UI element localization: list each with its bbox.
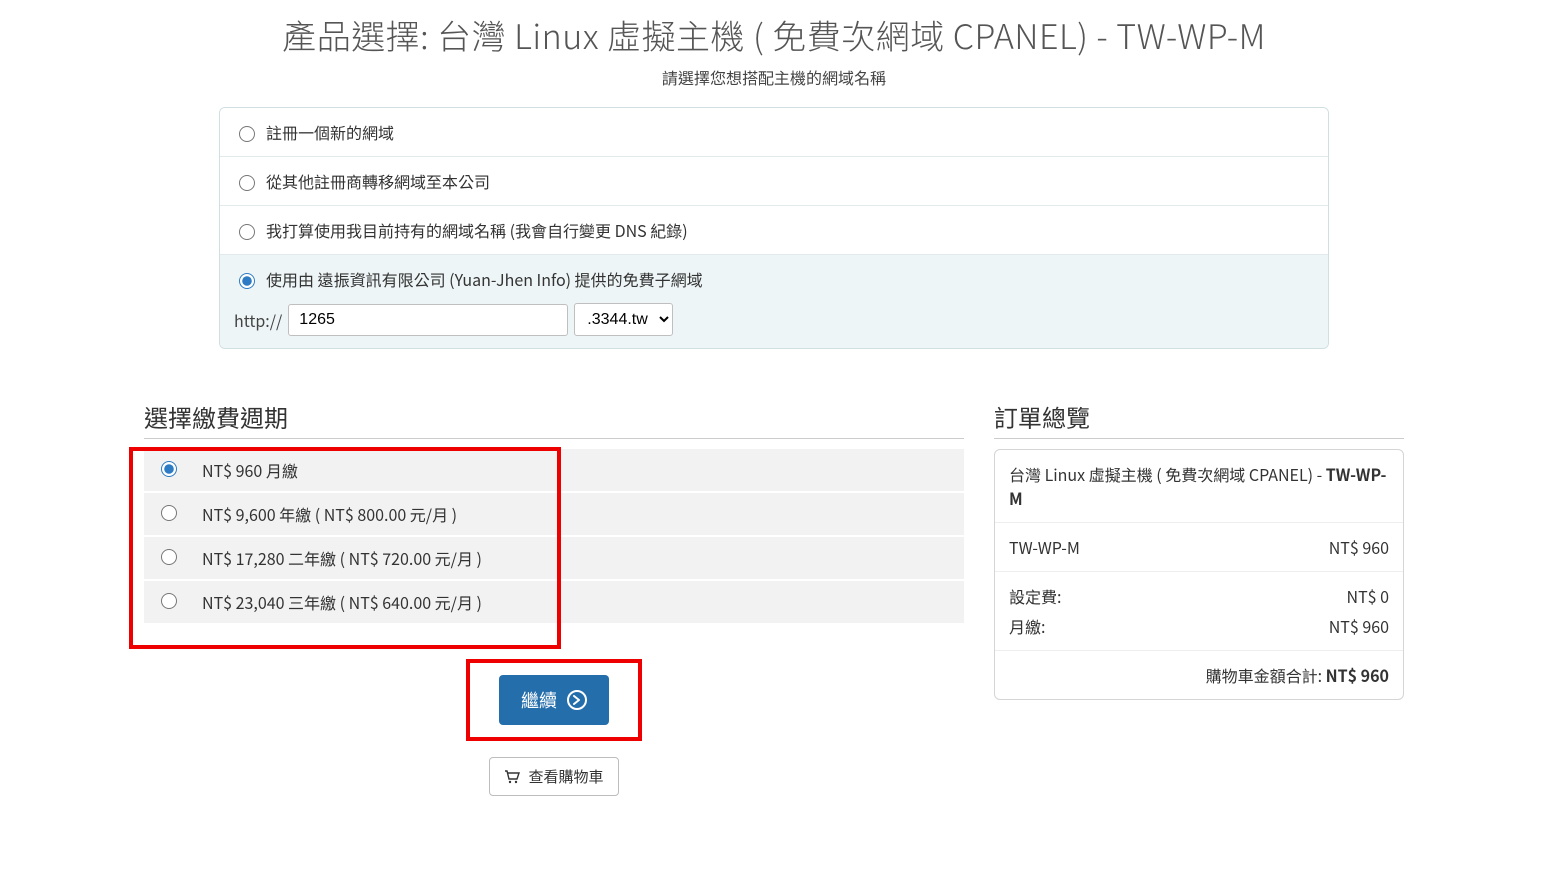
arrow-right-icon: [567, 690, 587, 710]
domain-label: 使用由 遠振資訊有限公司 (Yuan-Jhen Info) 提供的免費子網域: [266, 267, 703, 291]
view-cart-button[interactable]: 查看購物車: [489, 757, 618, 796]
cycle-label: NT$ 960 月繳: [192, 449, 964, 492]
summary-product-name: 台灣 Linux 虛擬主機 ( 免費次網域 CPANEL) - TW-WP-M: [995, 450, 1403, 523]
order-summary-heading: 訂單總覽: [994, 399, 1404, 439]
summary-item-line: TW-WP-M NT$ 960: [995, 523, 1403, 572]
summary-fees: 設定費: NT$ 0 月繳: NT$ 960: [995, 572, 1403, 651]
subdomain-input-row: http:// .3344.tw: [234, 303, 1314, 336]
summary-item-price: NT$ 960: [1329, 535, 1389, 559]
cycle-radio-triennial[interactable]: [161, 593, 177, 609]
domain-radio-transfer[interactable]: [239, 175, 255, 191]
view-cart-label: 查看購物車: [528, 766, 603, 787]
domain-radio-register[interactable]: [239, 126, 255, 142]
summary-period-value: NT$ 960: [1329, 614, 1389, 638]
summary-setup-label: 設定費:: [1009, 584, 1061, 608]
summary-period-label: 月繳:: [1009, 614, 1045, 638]
domain-option-register[interactable]: 註冊一個新的網域: [220, 108, 1328, 157]
continue-button-label: 繼續: [521, 687, 557, 713]
summary-total-row: 購物車金額合計: NT$ 960: [995, 651, 1403, 699]
protocol-label: http://: [234, 308, 282, 332]
cycle-radio-annual[interactable]: [161, 505, 177, 521]
domain-option-freesub[interactable]: 使用由 遠振資訊有限公司 (Yuan-Jhen Info) 提供的免費子網域 h…: [220, 255, 1328, 348]
cycle-radio-biennial[interactable]: [161, 549, 177, 565]
domain-option-transfer[interactable]: 從其他註冊商轉移網域至本公司: [220, 157, 1328, 206]
domain-label: 從其他註冊商轉移網域至本公司: [266, 169, 490, 193]
summary-setup-value: NT$ 0: [1347, 584, 1390, 608]
cycle-row-triennial[interactable]: NT$ 23,040 三年繳 ( NT$ 640.00 元/月 ): [144, 580, 964, 624]
continue-button[interactable]: 繼續: [499, 675, 609, 725]
domain-radio-freesub[interactable]: [239, 273, 255, 289]
cycle-label: NT$ 9,600 年繳 ( NT$ 800.00 元/月 ): [192, 492, 964, 536]
domain-option-own[interactable]: 我打算使用我目前持有的網域名稱 (我會自行變更 DNS 紀錄): [220, 206, 1328, 255]
domain-radio-own[interactable]: [239, 224, 255, 240]
cycle-radio-monthly[interactable]: [161, 461, 177, 477]
summary-product-prefix: 台灣 Linux 虛擬主機 ( 免費次網域 CPANEL) -: [1009, 462, 1326, 486]
subdomain-input[interactable]: [288, 304, 568, 336]
page-subtitle: 請選擇您想搭配主機的網域名稱: [74, 65, 1474, 89]
domain-label: 我打算使用我目前持有的網域名稱 (我會自行變更 DNS 紀錄): [266, 218, 688, 242]
summary-total-label: 購物車金額合計:: [1206, 663, 1326, 687]
domain-option-panel: 註冊一個新的網域 從其他註冊商轉移網域至本公司 我打算使用我目前持有的網域名稱 …: [219, 107, 1329, 349]
cart-icon: [504, 770, 520, 784]
cycle-row-monthly[interactable]: NT$ 960 月繳: [144, 449, 964, 492]
cycle-row-annual[interactable]: NT$ 9,600 年繳 ( NT$ 800.00 元/月 ): [144, 492, 964, 536]
billing-cycle-heading: 選擇繳費週期: [144, 399, 964, 439]
order-summary-box: 台灣 Linux 虛擬主機 ( 免費次網域 CPANEL) - TW-WP-M …: [994, 449, 1404, 700]
cycle-label: NT$ 23,040 三年繳 ( NT$ 640.00 元/月 ): [192, 580, 964, 624]
subdomain-tld-select[interactable]: .3344.tw: [574, 303, 673, 336]
summary-total-value: NT$ 960: [1326, 663, 1389, 687]
domain-label: 註冊一個新的網域: [266, 120, 394, 144]
highlight-box-continue: 繼續: [466, 659, 642, 741]
billing-cycle-table: NT$ 960 月繳 NT$ 9,600 年繳 ( NT$ 800.00 元/月…: [144, 449, 964, 625]
cycle-row-biennial[interactable]: NT$ 17,280 二年繳 ( NT$ 720.00 元/月 ): [144, 536, 964, 580]
summary-item-name: TW-WP-M: [1009, 535, 1080, 559]
cycle-label: NT$ 17,280 二年繳 ( NT$ 720.00 元/月 ): [192, 536, 964, 580]
page-title: 產品選擇: 台灣 Linux 虛擬主機 ( 免費次網域 CPANEL) - TW…: [74, 10, 1474, 59]
